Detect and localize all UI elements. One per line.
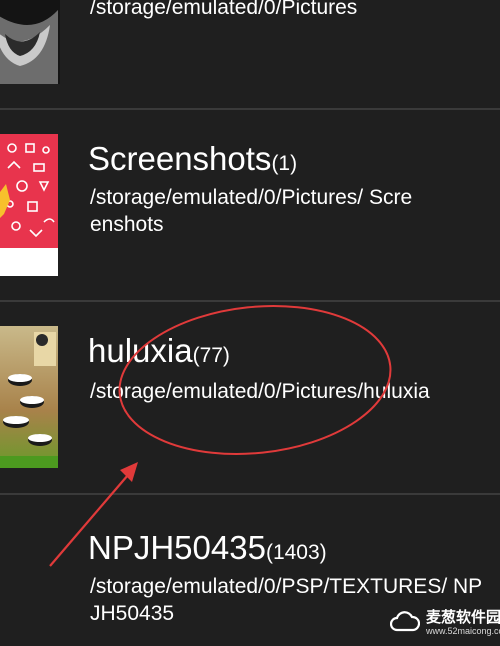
cloud-logo-icon bbox=[390, 611, 420, 632]
folder-path: /storage/emulated/0/Pictures/ Screenshot… bbox=[90, 186, 413, 236]
watermark-url: www.52maicong.com bbox=[426, 626, 500, 636]
folder-count: (77) bbox=[192, 344, 230, 367]
folder-path: /storage/emulated/0/Pictures bbox=[90, 0, 358, 19]
folder-name: NPJH50435(1403) bbox=[88, 529, 327, 572]
thumbnail-image bbox=[0, 326, 58, 468]
folder-count: (1) bbox=[271, 152, 298, 175]
album-folder-list: /storage/emulated/0/Pictures Screenshots… bbox=[0, 0, 500, 646]
folder-name: Screenshots(1) bbox=[88, 140, 297, 183]
folder-name-text: NPJH50435 bbox=[88, 529, 266, 566]
folder-thumbnail bbox=[0, 326, 58, 468]
folder-name-text: huluxia bbox=[88, 332, 193, 369]
folder-name: huluxia(77) bbox=[88, 332, 230, 375]
folder-thumbnail bbox=[0, 0, 60, 84]
folder-row-screenshots[interactable]: Screenshots(1) /storage/emulated/0/Pictu… bbox=[0, 110, 500, 302]
watermark-text: 麦葱软件园 bbox=[426, 609, 500, 626]
thumbnail-image bbox=[0, 134, 58, 276]
folder-thumbnail bbox=[0, 134, 58, 276]
folder-row-huluxia[interactable]: huluxia(77) /storage/emulated/0/Pictures… bbox=[0, 302, 500, 494]
watermark: 麦葱软件园 www.52maicong.com bbox=[390, 602, 500, 642]
folder-path: /storage/emulated/0/Pictures/huluxia bbox=[90, 380, 430, 403]
folder-row-pictures[interactable]: /storage/emulated/0/Pictures bbox=[0, 0, 500, 110]
folder-count: (1403) bbox=[265, 541, 327, 564]
thumbnail-image bbox=[0, 0, 60, 84]
folder-name-text: Screenshots bbox=[88, 140, 272, 177]
